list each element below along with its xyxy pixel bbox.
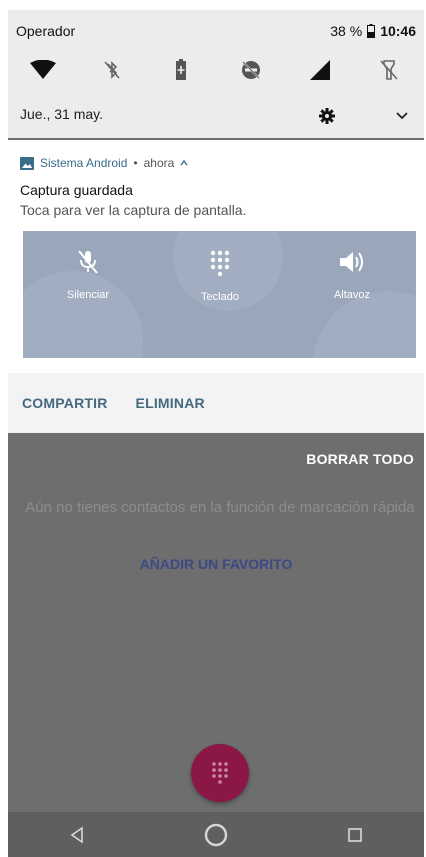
expand-button[interactable] bbox=[390, 104, 414, 128]
home-button[interactable] bbox=[196, 815, 236, 855]
notification-shade: Operador 38 % 10:46 Jue., 31 may. bbox=[8, 10, 424, 138]
mute-label: Silenciar bbox=[66, 289, 110, 301]
back-button[interactable] bbox=[57, 815, 97, 855]
notification-title: Captura guardada bbox=[20, 182, 133, 198]
screen: BORRAR TODO Aún no tienes contactos en l… bbox=[8, 10, 424, 857]
keypad-label: Teclado bbox=[201, 291, 239, 303]
clear-all-button[interactable]: BORRAR TODO bbox=[306, 451, 414, 467]
home-icon bbox=[204, 823, 228, 846]
speaker-icon bbox=[340, 252, 363, 272]
cell-signal-icon bbox=[309, 60, 330, 80]
navigation-bar bbox=[8, 812, 424, 857]
status-bar: Operador 38 % 10:46 bbox=[8, 10, 424, 44]
screenshot-notification[interactable]: Sistema Android • ahora Captura guardada… bbox=[8, 140, 424, 433]
speaker-label: Altavoz bbox=[333, 289, 371, 301]
bluetooth-toggle[interactable] bbox=[92, 55, 132, 85]
preview-keypad: Teclado bbox=[175, 249, 265, 303]
mic-off-icon bbox=[78, 250, 98, 274]
date-row: Jue., 31 may. bbox=[8, 106, 424, 130]
wifi-icon bbox=[29, 60, 56, 79]
mobile-data-toggle[interactable] bbox=[300, 55, 340, 85]
preview-speaker: Altavoz bbox=[307, 249, 397, 301]
recents-icon bbox=[347, 827, 362, 842]
gear-icon bbox=[319, 108, 335, 124]
dialpad-fab[interactable] bbox=[191, 744, 249, 802]
clock: 10:46 bbox=[380, 23, 416, 39]
back-icon bbox=[70, 825, 84, 844]
status-indicators: 38 % 10:46 bbox=[330, 23, 416, 39]
date-label: Jue., 31 may. bbox=[20, 106, 104, 122]
flashlight-off-icon bbox=[380, 60, 398, 80]
battery-saver-toggle[interactable] bbox=[161, 55, 201, 85]
recents-button[interactable] bbox=[335, 815, 375, 855]
bluetooth-off-icon bbox=[104, 61, 120, 79]
notification-time: ahora bbox=[143, 156, 175, 170]
add-favorite-link[interactable]: AÑADIR UN FAVORITO bbox=[8, 556, 424, 572]
do-not-disturb-off-icon bbox=[241, 61, 260, 79]
notification-actions: COMPARTIR ELIMINAR bbox=[8, 373, 424, 433]
screenshot-preview[interactable]: Silenciar Teclado Altavoz bbox=[23, 231, 416, 358]
wifi-toggle[interactable] bbox=[23, 55, 63, 85]
carrier-name: Operador bbox=[16, 23, 76, 39]
chevron-down-icon bbox=[396, 112, 408, 120]
dialpad-icon bbox=[212, 762, 228, 784]
dialpad-icon bbox=[210, 250, 230, 277]
share-button[interactable]: COMPARTIR bbox=[22, 395, 108, 411]
flashlight-toggle[interactable] bbox=[369, 55, 409, 85]
battery-percent: 38 % bbox=[330, 23, 363, 39]
do-not-disturb-toggle[interactable] bbox=[231, 55, 271, 85]
notification-text: Toca para ver la captura de pantalla. bbox=[20, 202, 247, 218]
chevron-up-icon[interactable] bbox=[180, 160, 188, 166]
delete-button[interactable]: ELIMINAR bbox=[136, 395, 205, 411]
notification-header: Sistema Android • ahora bbox=[20, 154, 188, 172]
header-separator: • bbox=[133, 156, 138, 170]
settings-button[interactable] bbox=[315, 104, 339, 128]
image-icon bbox=[20, 156, 34, 170]
battery-saver-icon bbox=[176, 59, 187, 80]
preview-mute: Silenciar bbox=[43, 249, 133, 301]
empty-favorites-message: Aún no tienes contactos en la función de… bbox=[25, 499, 415, 516]
notification-app-name: Sistema Android bbox=[40, 156, 128, 170]
quick-settings-row bbox=[8, 50, 424, 90]
battery-icon bbox=[367, 24, 376, 38]
